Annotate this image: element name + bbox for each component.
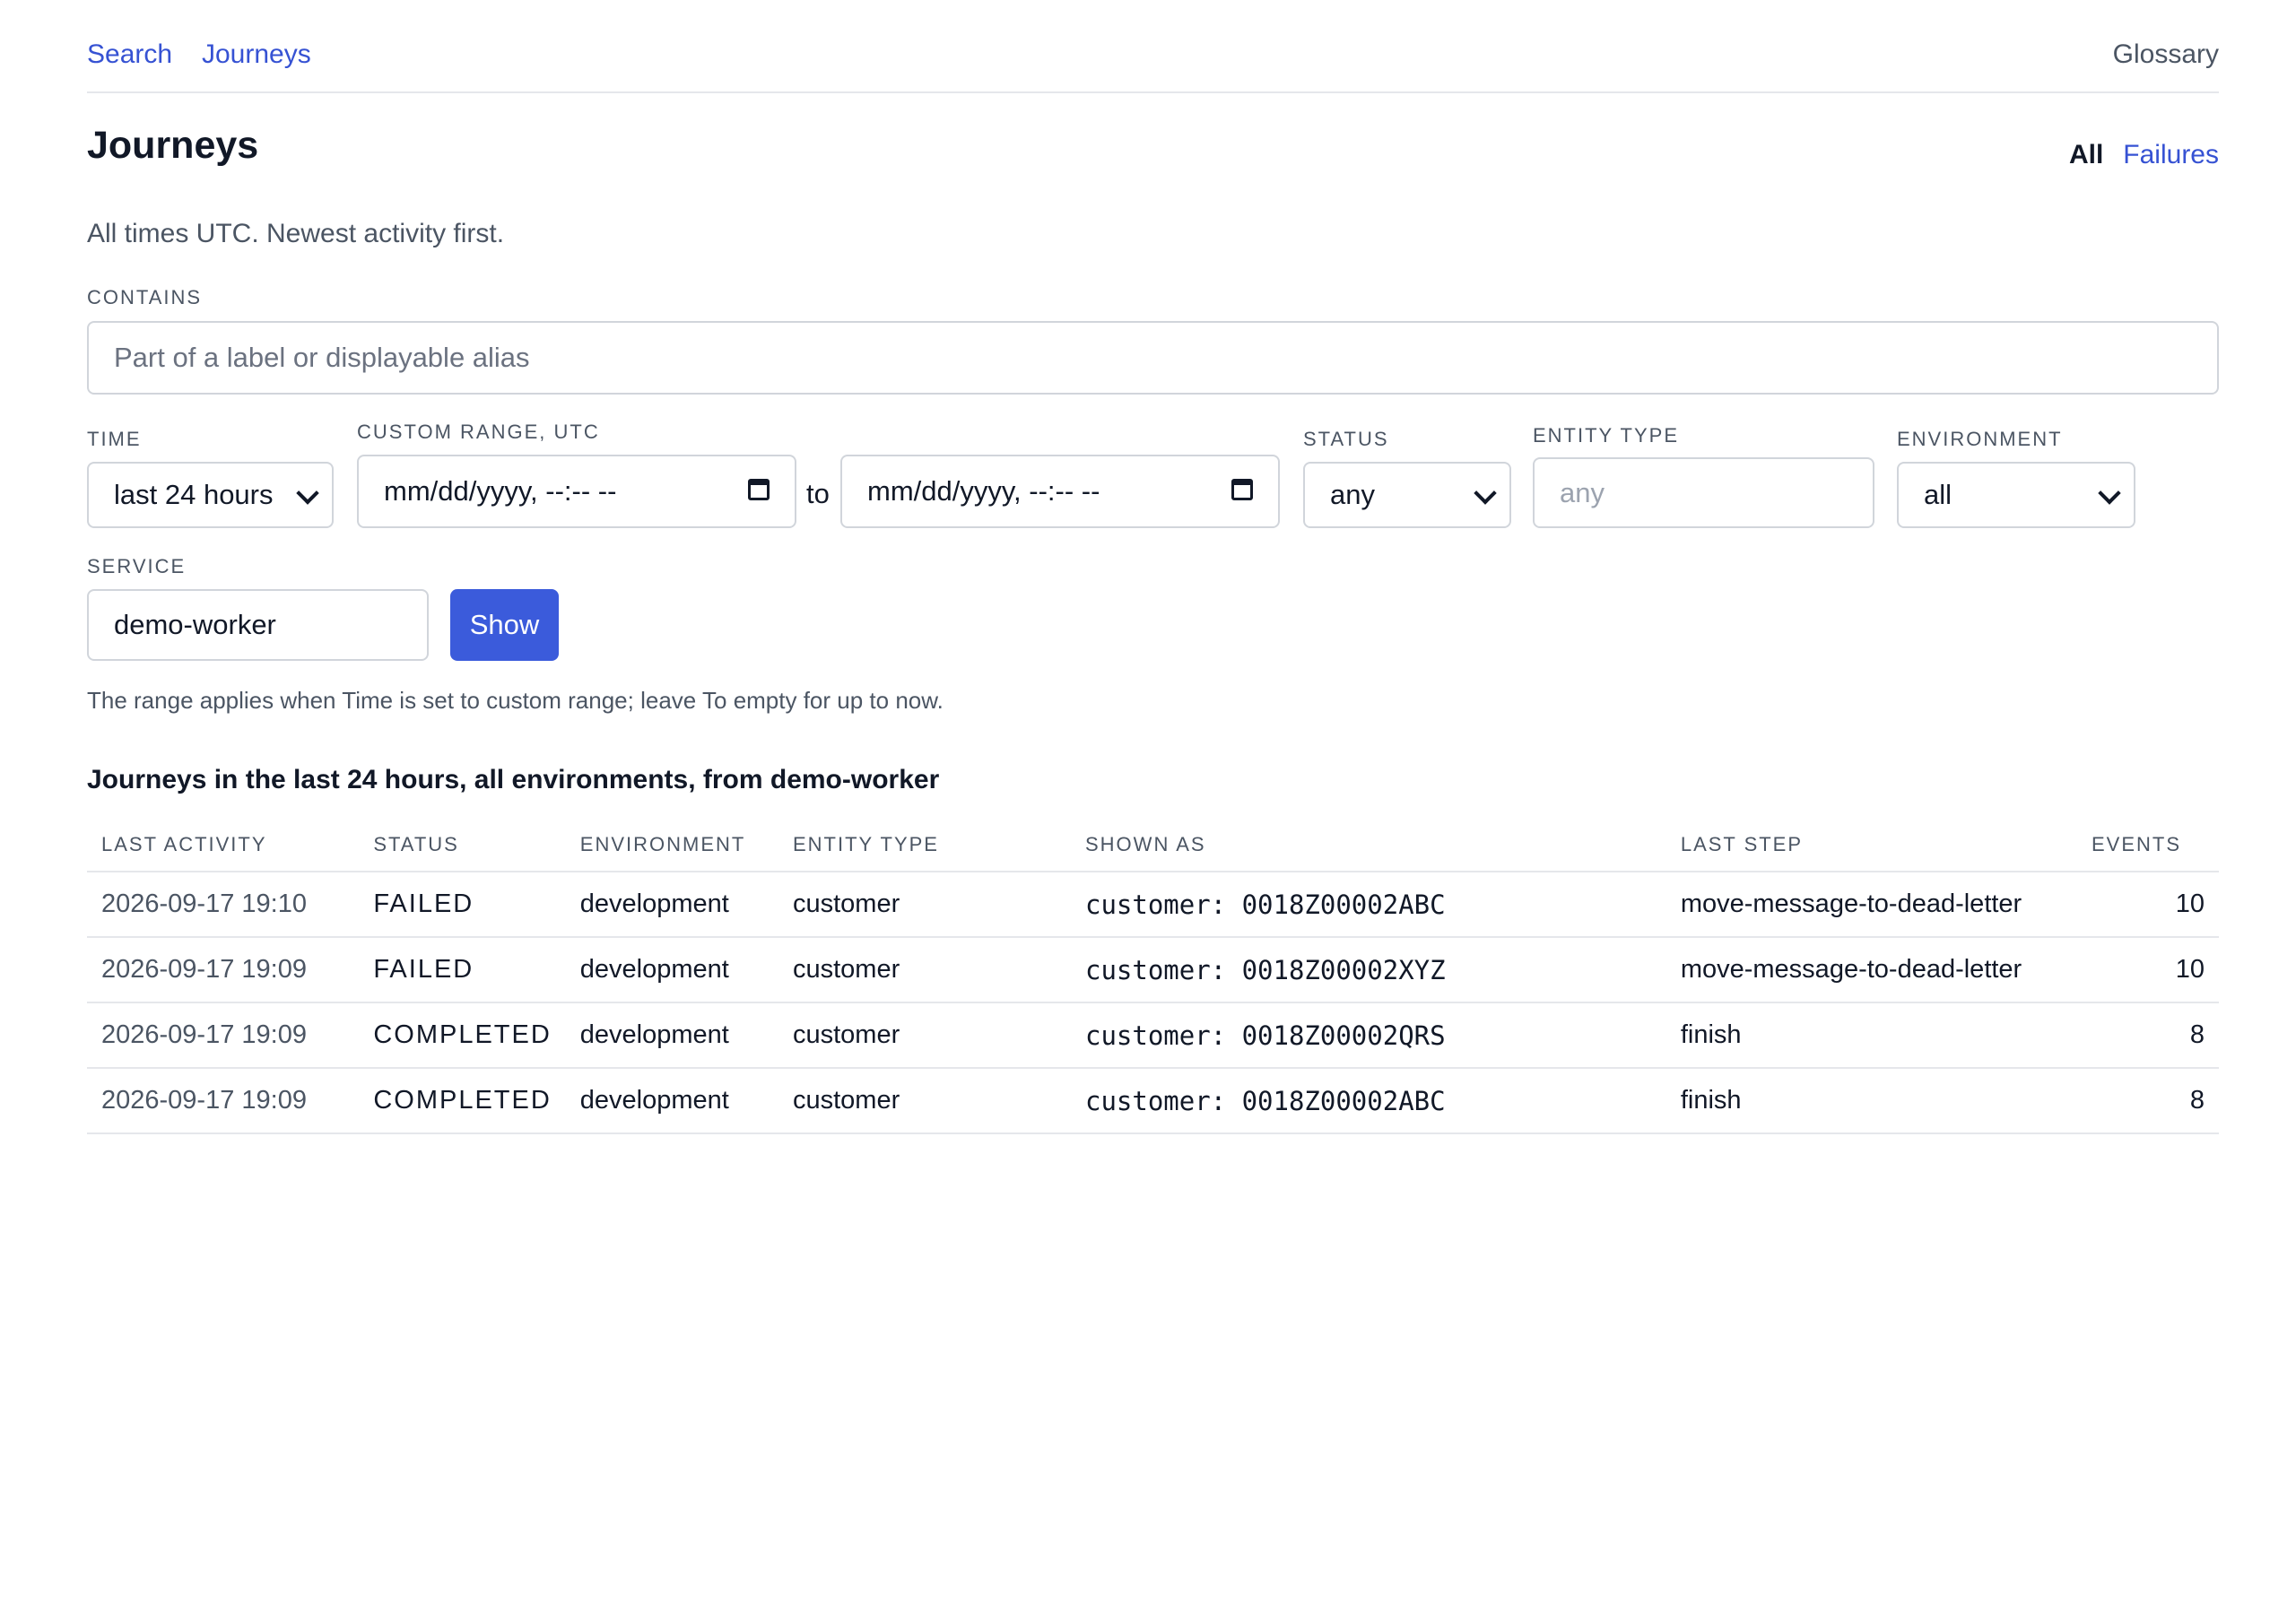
col-last-step[interactable]: LAST STEP — [1665, 818, 2077, 872]
cell-entity-type: customer — [778, 872, 1071, 938]
col-environment[interactable]: ENVIRONMENT — [565, 818, 778, 872]
journey-link[interactable]: customer: 0018Z00002ABC — [1071, 1068, 1666, 1134]
col-last-activity[interactable]: LAST ACTIVITY — [87, 818, 360, 872]
range-to-label: to — [806, 478, 830, 509]
cell-last-activity: 2026-09-17 19:09 — [87, 1002, 360, 1069]
status-badge: COMPLETED — [359, 1002, 566, 1069]
col-entity-type[interactable]: ENTITY TYPE — [778, 818, 1071, 872]
show-button[interactable]: Show — [450, 589, 559, 661]
status-select-value: any — [1330, 479, 1375, 510]
range-from-placeholder: mm/dd/yyyy, --:-- -- — [384, 475, 617, 507]
service-input-value: demo-worker — [114, 609, 276, 640]
cell-environment: development — [565, 1068, 778, 1134]
col-status[interactable]: STATUS — [359, 818, 566, 872]
cell-last-activity: 2026-09-17 19:10 — [87, 872, 360, 938]
cell-last-activity: 2026-09-17 19:09 — [87, 937, 360, 1003]
nav-search-link[interactable]: Search — [87, 39, 172, 70]
status-badge: FAILED — [359, 872, 566, 938]
cell-last-step: finish — [1665, 1068, 2077, 1134]
range-from-input[interactable]: mm/dd/yyyy, --:-- -- — [357, 455, 796, 528]
table-row[interactable]: 2026-09-17 19:09 FAILED development cust… — [87, 937, 2219, 1003]
chevron-down-icon — [296, 482, 319, 505]
environment-select-value: all — [1924, 479, 1952, 510]
service-input[interactable]: demo-worker — [87, 589, 429, 661]
status-badge: COMPLETED — [359, 1068, 566, 1134]
chevron-down-icon — [2098, 482, 2121, 505]
journey-link[interactable]: customer: 0018Z00002XYZ — [1071, 937, 1666, 1003]
page-subtitle: All times UTC. Newest activity first. — [87, 219, 505, 248]
time-select[interactable]: last 24 hours — [87, 462, 334, 528]
time-select-value: last 24 hours — [114, 479, 274, 510]
page: Search Journeys Glossary Journeys All Fai… — [0, 0, 2296, 1614]
cell-events: 10 — [2077, 872, 2219, 938]
cell-last-step: finish — [1665, 1002, 2077, 1069]
cell-last-activity: 2026-09-17 19:09 — [87, 1068, 360, 1134]
cell-entity-type: customer — [778, 1068, 1071, 1134]
journeys-table: LAST ACTIVITY STATUS ENVIRONMENT ENTITY … — [87, 818, 2219, 1134]
cell-last-step: move-message-to-dead-letter — [1665, 872, 2077, 938]
table-row[interactable]: 2026-09-17 19:10 FAILED development cust… — [87, 872, 2219, 938]
results-title: Journeys in the last 24 hours, all envir… — [87, 765, 940, 794]
entity-type-input[interactable]: any — [1533, 457, 1874, 528]
view-tabs: All Failures — [2049, 140, 2219, 170]
chevron-down-icon — [1474, 482, 1497, 505]
custom-range-label: CUSTOM RANGE, UTC — [357, 421, 600, 443]
calendar-icon[interactable] — [748, 479, 770, 500]
cell-environment: development — [565, 937, 778, 1003]
top-nav: Search Journeys Glossary — [87, 36, 2219, 93]
journey-link[interactable]: customer: 0018Z00002QRS — [1071, 1002, 1666, 1069]
contains-label: CONTAINS — [87, 286, 203, 308]
nav-journeys-link[interactable]: Journeys — [202, 39, 311, 70]
time-label: TIME — [87, 428, 142, 450]
contains-input[interactable]: Part of a label or displayable alias — [87, 321, 2219, 395]
environment-select[interactable]: all — [1897, 462, 2135, 528]
cell-last-step: move-message-to-dead-letter — [1665, 937, 2077, 1003]
entity-type-label: ENTITY TYPE — [1533, 424, 1680, 447]
range-to-placeholder: mm/dd/yyyy, --:-- -- — [867, 475, 1100, 507]
cell-entity-type: customer — [778, 1002, 1071, 1069]
status-label: STATUS — [1303, 428, 1389, 450]
table-row[interactable]: 2026-09-17 19:09 COMPLETED development c… — [87, 1002, 2219, 1069]
calendar-icon[interactable] — [1231, 479, 1253, 500]
journey-link[interactable]: customer: 0018Z00002ABC — [1071, 872, 1666, 938]
status-select[interactable]: any — [1303, 462, 1511, 528]
cell-environment: development — [565, 872, 778, 938]
range-hint: The range applies when Time is set to cu… — [87, 687, 944, 714]
nav-glossary-link[interactable]: Glossary — [2113, 39, 2219, 70]
cell-entity-type: customer — [778, 937, 1071, 1003]
col-events[interactable]: EVENTS — [2077, 818, 2219, 872]
table-row[interactable]: 2026-09-17 19:09 COMPLETED development c… — [87, 1068, 2219, 1134]
cell-events: 10 — [2077, 937, 2219, 1003]
page-title: Journeys — [87, 124, 259, 167]
range-to-input[interactable]: mm/dd/yyyy, --:-- -- — [840, 455, 1280, 528]
status-badge: FAILED — [359, 937, 566, 1003]
cell-events: 8 — [2077, 1002, 2219, 1069]
tab-all[interactable]: All — [2069, 140, 2103, 169]
col-shown-as[interactable]: SHOWN AS — [1071, 818, 1666, 872]
cell-events: 8 — [2077, 1068, 2219, 1134]
cell-environment: development — [565, 1002, 778, 1069]
service-label: SERVICE — [87, 555, 187, 577]
tab-failures[interactable]: Failures — [2123, 140, 2219, 169]
environment-label: ENVIRONMENT — [1897, 428, 2063, 450]
table-header-row: LAST ACTIVITY STATUS ENVIRONMENT ENTITY … — [87, 818, 2219, 872]
